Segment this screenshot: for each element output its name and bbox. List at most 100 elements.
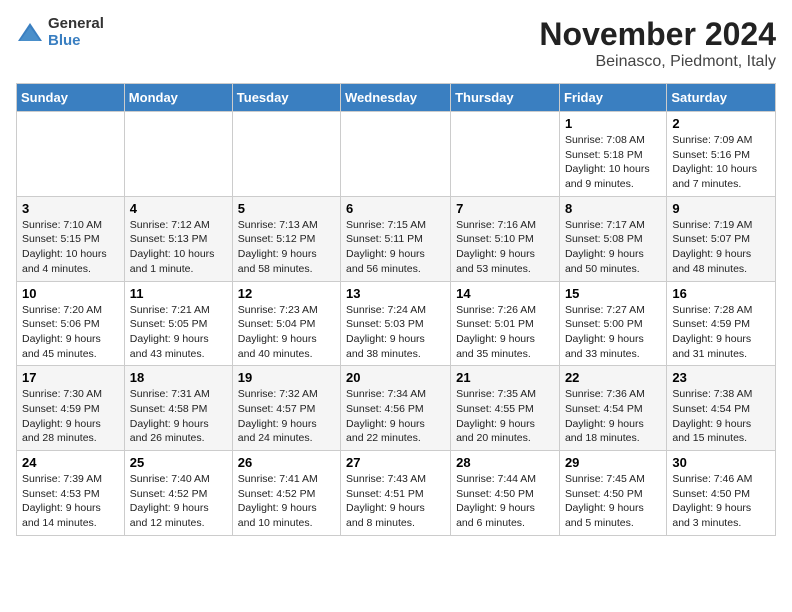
day-number: 24 [22,455,119,470]
day-number: 15 [565,286,661,301]
day-number: 28 [456,455,554,470]
calendar-cell: 28 Sunrise: 7:44 AM Sunset: 4:50 PM Dayli… [451,451,560,536]
day-info: Sunrise: 7:39 AM Sunset: 4:53 PM Dayligh… [22,472,119,531]
day-info: Sunrise: 7:35 AM Sunset: 4:55 PM Dayligh… [456,387,554,446]
day-info: Sunrise: 7:21 AM Sunset: 5:05 PM Dayligh… [130,303,227,362]
day-info: Sunrise: 7:19 AM Sunset: 5:07 PM Dayligh… [672,218,770,277]
calendar-cell: 23Sunrise: 7:38 AM Sunset: 4:54 PM Dayli… [667,366,776,451]
day-info: Sunrise: 7:13 AM Sunset: 5:12 PM Dayligh… [238,218,335,277]
calendar-cell: 9 Sunrise: 7:19 AM Sunset: 5:07 PM Daylig… [667,196,776,281]
day-info: Sunrise: 7:24 AM Sunset: 5:03 PM Dayligh… [346,303,445,362]
day-info: Sunrise: 7:34 AM Sunset: 4:56 PM Dayligh… [346,387,445,446]
day-info: Sunrise: 7:26 AM Sunset: 5:01 PM Dayligh… [456,303,554,362]
day-info: Sunrise: 7:17 AM Sunset: 5:08 PM Dayligh… [565,218,661,277]
day-number: 2 [672,116,770,131]
logo: General Blue [16,16,104,49]
calendar-cell: 21Sunrise: 7:35 AM Sunset: 4:55 PM Dayli… [451,366,560,451]
calendar-cell [451,112,560,197]
day-info: Sunrise: 7:36 AM Sunset: 4:54 PM Dayligh… [565,387,661,446]
day-number: 8 [565,201,661,216]
column-header-tuesday: Tuesday [232,84,340,112]
day-number: 1 [565,116,661,131]
location-title: Beinasco, Piedmont, Italy [539,53,776,71]
calendar-cell: 4 Sunrise: 7:12 AM Sunset: 5:13 PM Daylig… [124,196,232,281]
calendar-cell: 22Sunrise: 7:36 AM Sunset: 4:54 PM Dayli… [559,366,666,451]
calendar-cell: 11 Sunrise: 7:21 AM Sunset: 5:05 PM Dayli… [124,281,232,366]
calendar-cell: 10 Sunrise: 7:20 AM Sunset: 5:06 PM Dayli… [17,281,125,366]
calendar-cell: 26 Sunrise: 7:41 AM Sunset: 4:52 PM Dayli… [232,451,340,536]
calendar-body: 1 Sunrise: 7:08 AM Sunset: 5:18 PM Daylig… [17,112,776,536]
calendar-cell [17,112,125,197]
day-number: 17 [22,370,119,385]
day-number: 10 [22,286,119,301]
day-number: 5 [238,201,335,216]
day-number: 25 [130,455,227,470]
calendar-cell [232,112,340,197]
day-info: Sunrise: 7:45 AM Sunset: 4:50 PM Dayligh… [565,472,661,531]
day-number: 4 [130,201,227,216]
day-info: Sunrise: 7:10 AM Sunset: 5:15 PM Dayligh… [22,218,119,277]
calendar-cell: 18 Sunrise: 7:31 AM Sunset: 4:58 PM Dayli… [124,366,232,451]
calendar-cell: 30Sunrise: 7:46 AM Sunset: 4:50 PM Dayli… [667,451,776,536]
calendar-week-4: 17 Sunrise: 7:30 AM Sunset: 4:59 PM Dayli… [17,366,776,451]
logo-icon [16,19,44,47]
day-info: Sunrise: 7:40 AM Sunset: 4:52 PM Dayligh… [130,472,227,531]
day-number: 9 [672,201,770,216]
day-info: Sunrise: 7:15 AM Sunset: 5:11 PM Dayligh… [346,218,445,277]
month-title: November 2024 [539,16,776,53]
day-number: 26 [238,455,335,470]
day-number: 19 [238,370,335,385]
day-info: Sunrise: 7:28 AM Sunset: 4:59 PM Dayligh… [672,303,770,362]
column-header-sunday: Sunday [17,84,125,112]
column-header-friday: Friday [559,84,666,112]
calendar-cell: 14 Sunrise: 7:26 AM Sunset: 5:01 PM Dayli… [451,281,560,366]
calendar-cell: 6Sunrise: 7:15 AM Sunset: 5:11 PM Daylig… [341,196,451,281]
day-info: Sunrise: 7:46 AM Sunset: 4:50 PM Dayligh… [672,472,770,531]
calendar-cell: 25 Sunrise: 7:40 AM Sunset: 4:52 PM Dayli… [124,451,232,536]
day-number: 11 [130,286,227,301]
calendar-cell: 19 Sunrise: 7:32 AM Sunset: 4:57 PM Dayli… [232,366,340,451]
day-info: Sunrise: 7:43 AM Sunset: 4:51 PM Dayligh… [346,472,445,531]
day-info: Sunrise: 7:16 AM Sunset: 5:10 PM Dayligh… [456,218,554,277]
calendar-cell: 12 Sunrise: 7:23 AM Sunset: 5:04 PM Dayli… [232,281,340,366]
column-header-monday: Monday [124,84,232,112]
day-number: 7 [456,201,554,216]
calendar-cell: 2 Sunrise: 7:09 AM Sunset: 5:16 PM Daylig… [667,112,776,197]
day-info: Sunrise: 7:41 AM Sunset: 4:52 PM Dayligh… [238,472,335,531]
calendar-week-1: 1 Sunrise: 7:08 AM Sunset: 5:18 PM Daylig… [17,112,776,197]
logo-blue-text: Blue [48,33,104,50]
calendar-cell [341,112,451,197]
title-section: November 2024 Beinasco, Piedmont, Italy [539,16,776,71]
day-info: Sunrise: 7:32 AM Sunset: 4:57 PM Dayligh… [238,387,335,446]
calendar-cell: 13Sunrise: 7:24 AM Sunset: 5:03 PM Dayli… [341,281,451,366]
day-number: 18 [130,370,227,385]
day-info: Sunrise: 7:08 AM Sunset: 5:18 PM Dayligh… [565,133,661,192]
day-info: Sunrise: 7:30 AM Sunset: 4:59 PM Dayligh… [22,387,119,446]
calendar-cell: 1 Sunrise: 7:08 AM Sunset: 5:18 PM Daylig… [559,112,666,197]
day-info: Sunrise: 7:23 AM Sunset: 5:04 PM Dayligh… [238,303,335,362]
day-info: Sunrise: 7:12 AM Sunset: 5:13 PM Dayligh… [130,218,227,277]
calendar-week-3: 10 Sunrise: 7:20 AM Sunset: 5:06 PM Dayli… [17,281,776,366]
day-number: 29 [565,455,661,470]
calendar-cell: 3 Sunrise: 7:10 AM Sunset: 5:15 PM Daylig… [17,196,125,281]
column-header-saturday: Saturday [667,84,776,112]
calendar-cell [124,112,232,197]
calendar-cell: 20Sunrise: 7:34 AM Sunset: 4:56 PM Dayli… [341,366,451,451]
day-number: 14 [456,286,554,301]
day-number: 12 [238,286,335,301]
day-number: 3 [22,201,119,216]
day-number: 16 [672,286,770,301]
day-info: Sunrise: 7:38 AM Sunset: 4:54 PM Dayligh… [672,387,770,446]
calendar-week-5: 24 Sunrise: 7:39 AM Sunset: 4:53 PM Dayli… [17,451,776,536]
calendar-cell: 16 Sunrise: 7:28 AM Sunset: 4:59 PM Dayli… [667,281,776,366]
calendar-cell: 15 Sunrise: 7:27 AM Sunset: 5:00 PM Dayli… [559,281,666,366]
calendar-cell: 8 Sunrise: 7:17 AM Sunset: 5:08 PM Daylig… [559,196,666,281]
day-number: 27 [346,455,445,470]
day-info: Sunrise: 7:09 AM Sunset: 5:16 PM Dayligh… [672,133,770,192]
calendar-cell: 24 Sunrise: 7:39 AM Sunset: 4:53 PM Dayli… [17,451,125,536]
day-info: Sunrise: 7:20 AM Sunset: 5:06 PM Dayligh… [22,303,119,362]
page-header: General Blue November 2024 Beinasco, Pie… [16,16,776,71]
day-info: Sunrise: 7:27 AM Sunset: 5:00 PM Dayligh… [565,303,661,362]
day-info: Sunrise: 7:44 AM Sunset: 4:50 PM Dayligh… [456,472,554,531]
day-info: Sunrise: 7:31 AM Sunset: 4:58 PM Dayligh… [130,387,227,446]
